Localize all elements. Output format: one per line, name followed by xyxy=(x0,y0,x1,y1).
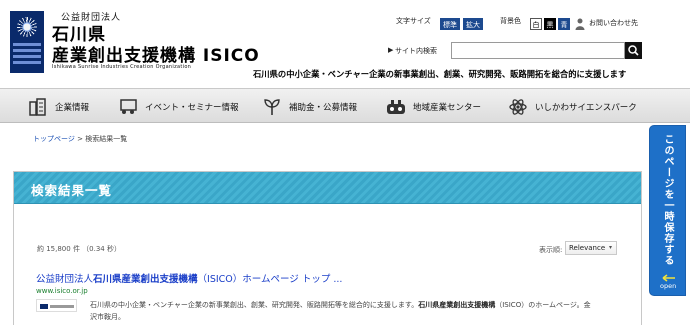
nav-label: いしかわサイエンスパーク xyxy=(535,102,637,113)
org-name[interactable]: 産業創出支援機構 ISICO xyxy=(52,41,260,66)
nav-label: 企業情報 xyxy=(55,102,90,113)
result-snippet: 石川県の中小企業・ベンチャー企業の新事業創出、創業、研究開発、販路開拓等を総合的… xyxy=(90,301,591,321)
breadcrumb-separator: > xyxy=(77,135,83,143)
bg-white-button[interactable]: 白 xyxy=(530,18,542,30)
save-page-side-tab[interactable]: このページを一時保存する open xyxy=(649,125,686,296)
page: 公益財団法人 石川県 産業創出支援機構 ISICO Ishikawa Sunri… xyxy=(0,0,690,325)
nav-item-regional-center[interactable]: 地域産業センター xyxy=(385,89,481,124)
result-url: www.isico.or.jp xyxy=(36,287,88,295)
nav-label: 補助金・公募情報 xyxy=(289,102,358,113)
nav-label: イベント・セミナー情報 xyxy=(145,102,239,113)
nav-item-subsidies[interactable]: 補助金・公募情報 xyxy=(261,89,357,124)
breadcrumb-current: 検索結果一覧 xyxy=(85,135,128,143)
result-title-link[interactable]: 公益財団法人石川県産業創出支援機構（ISICO）ホームページ トップ ... xyxy=(36,271,342,285)
panel-header: 検索結果一覧 xyxy=(14,172,641,204)
chevron-down-icon: ▾ xyxy=(608,244,612,251)
search-button[interactable] xyxy=(625,42,642,59)
font-large-button[interactable]: 拡大 xyxy=(463,18,483,30)
sprout-icon xyxy=(261,97,283,117)
building-icon xyxy=(27,97,49,117)
nav-item-events-seminars[interactable]: イベント・セミナー情報 xyxy=(117,89,239,124)
nav-item-science-park[interactable]: いしかわサイエンスパーク xyxy=(507,89,637,124)
bg-color-label: 背景色 xyxy=(500,17,521,25)
result-thumbnail[interactable] xyxy=(36,299,77,312)
site-search-label: サイト内検索 xyxy=(395,47,437,55)
font-standard-button[interactable]: 標準 xyxy=(440,18,460,30)
site-search-input[interactable] xyxy=(451,42,625,59)
atom-icon xyxy=(507,97,529,117)
nav-item-company-info[interactable]: 企業情報 xyxy=(27,89,89,124)
org-english-name: Ishikawa Sunrise Industries Creation Org… xyxy=(52,64,192,70)
search-results-panel: 検索結果一覧 約 15,800 件 （0.34 秒） 表示順: Relevanc… xyxy=(13,171,642,325)
breadcrumb-home-link[interactable]: トップページ xyxy=(33,135,75,143)
result-count: 約 15,800 件 （0.34 秒） xyxy=(37,245,121,253)
main-nav: 企業情報 イベント・セミナー情報 補助金・公募情報 地域産業センター いしかわサ… xyxy=(0,88,690,123)
person-icon xyxy=(575,18,585,30)
sort-value: Relevance xyxy=(569,244,606,252)
sunrise-logo-icon xyxy=(17,17,37,37)
search-icon xyxy=(628,45,639,56)
save-page-label: このページを一時保存する xyxy=(662,134,673,266)
page-title: 検索結果一覧 xyxy=(31,183,113,198)
contact-link[interactable]: お問い合わせ先 xyxy=(589,18,638,28)
side-tab-open-label: open xyxy=(660,282,677,290)
sort-label: 表示順: xyxy=(539,246,563,254)
sort-order-select[interactable]: Relevance ▾ xyxy=(565,241,617,255)
bg-blue-button[interactable]: 青 xyxy=(558,18,570,30)
seminar-icon xyxy=(117,97,139,117)
breadcrumb: トップページ > 検索結果一覧 xyxy=(33,134,127,144)
nav-label: 地域産業センター xyxy=(413,102,482,113)
site-header: 公益財団法人 石川県 産業創出支援機構 ISICO Ishikawa Sunri… xyxy=(0,0,690,88)
isico-logo-mark[interactable] xyxy=(10,11,44,73)
bg-black-button[interactable]: 黒 xyxy=(544,18,556,30)
factory-icon xyxy=(385,97,407,117)
font-size-label: 文字サイズ xyxy=(396,17,431,25)
arrow-left-icon xyxy=(662,274,675,282)
site-tagline: 石川県の中小企業・ベンチャー企業の新事業創出、創業、研究開発、販路開拓を総合的に… xyxy=(253,69,627,79)
chevron-right-icon: ▶ xyxy=(388,46,394,54)
